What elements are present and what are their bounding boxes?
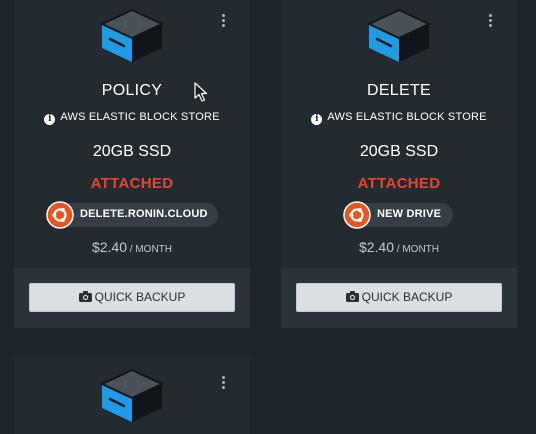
info-icon[interactable]: i (44, 114, 56, 125)
volume-name: DELETE (366, 82, 432, 99)
camera-icon (78, 291, 92, 302)
drive-icon (100, 8, 164, 62)
attached-instance-label: DELETE.RONIN.CLOUD (80, 208, 208, 220)
volume-card (14, 358, 250, 434)
mouse-cursor-icon (194, 82, 208, 102)
quick-backup-label: QUICK BACKUP (94, 290, 186, 304)
price-amount: $2.40 (358, 239, 395, 255)
quick-backup-label: QUICK BACKUP (361, 290, 453, 304)
status-badge: ATTACHED (357, 175, 441, 192)
card-menu-icon[interactable] (220, 14, 228, 30)
camera-icon (345, 291, 359, 302)
info-icon[interactable]: i (311, 114, 323, 125)
quick-backup-button[interactable]: QUICK BACKUP (29, 283, 235, 312)
price: $2.40 / MONTH (281, 239, 517, 257)
volume-card: POLICY i AWS ELASTIC BLOCK STORE 20GB SSD… (14, 0, 250, 328)
attached-instance-label: NEW DRIVE (377, 208, 442, 220)
card-menu-icon[interactable] (220, 376, 228, 392)
attached-instance-pill[interactable]: NEW DRIVE (343, 201, 453, 229)
attached-instance-pill[interactable]: DELETE.RONIN.CLOUD (46, 201, 218, 229)
drive-icon (100, 368, 164, 422)
ubuntu-icon (46, 201, 74, 229)
volume-type-label: AWS ELASTIC BLOCK STORE (60, 111, 220, 123)
price-period: / MONTH (394, 244, 440, 255)
volume-type: i AWS ELASTIC BLOCK STORE (14, 111, 250, 125)
status-badge: ATTACHED (90, 175, 174, 192)
volume-name: POLICY (101, 82, 163, 99)
volume-type: i AWS ELASTIC BLOCK STORE (281, 111, 517, 125)
price-amount: $2.40 (91, 239, 128, 255)
volume-size: 20GB SSD (92, 143, 172, 160)
price-period: / MONTH (127, 244, 173, 255)
quick-backup-button[interactable]: QUICK BACKUP (296, 283, 502, 312)
volume-type-label: AWS ELASTIC BLOCK STORE (327, 111, 487, 123)
volume-size: 20GB SSD (359, 143, 439, 160)
volume-card: DELETE i AWS ELASTIC BLOCK STORE 20GB SSD… (281, 0, 517, 328)
ubuntu-icon (343, 201, 371, 229)
price: $2.40 / MONTH (14, 239, 250, 257)
drive-icon (367, 8, 431, 62)
card-menu-icon[interactable] (487, 14, 495, 30)
